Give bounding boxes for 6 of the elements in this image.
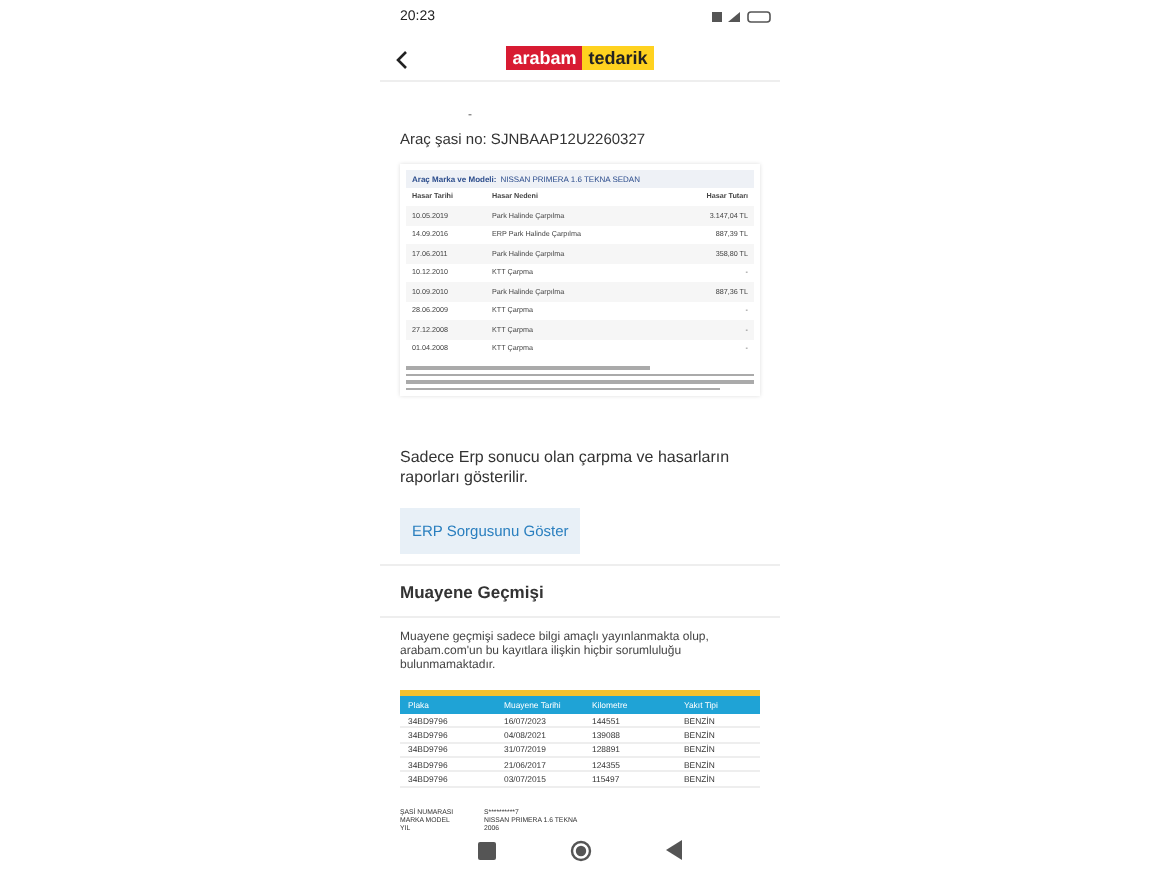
square-nav-icon[interactable] bbox=[477, 841, 496, 860]
status-icons bbox=[712, 10, 772, 25]
home-nav-icon[interactable] bbox=[569, 839, 592, 862]
erp-note: Sadece Erp sonucu olan çarpma ve hasarların raporları gösterilir. bbox=[400, 448, 732, 489]
section-title: Muayene Geçmişi bbox=[400, 580, 546, 607]
back-nav-icon[interactable] bbox=[666, 840, 683, 861]
